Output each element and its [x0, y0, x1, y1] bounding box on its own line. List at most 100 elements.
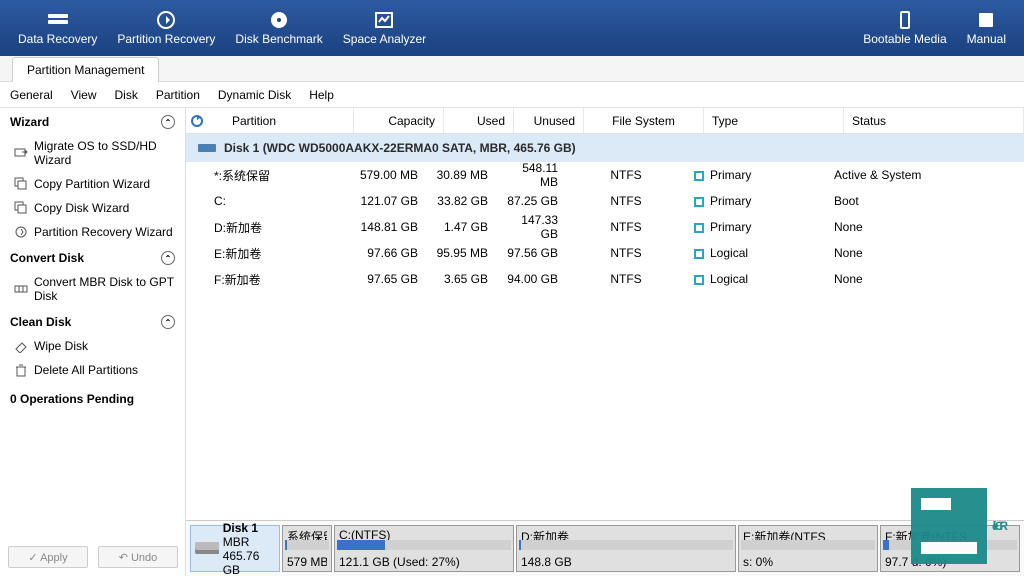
table-row[interactable]: D:新加卷 148.81 GB 1.47 GB 147.33 GB NTFS P…: [186, 214, 1024, 240]
eraser-icon: [14, 339, 28, 353]
recovery-icon: [14, 225, 28, 239]
chevron-up-icon: ⌃: [161, 115, 175, 129]
disk-map-partition[interactable]: C:(NTFS) 121.1 GB (Used: 27%): [334, 525, 514, 572]
cell-type: Primary: [686, 194, 826, 208]
cell-used: 33.82 GB: [426, 194, 496, 208]
menu-help[interactable]: Help: [309, 88, 334, 102]
tab-bar: Partition Management: [0, 56, 1024, 82]
th-partition[interactable]: Partition: [204, 108, 354, 133]
cell-fs: NTFS: [566, 194, 686, 208]
menu-dynamic-disk[interactable]: Dynamic Disk: [218, 88, 291, 102]
sidebar-migrate-os[interactable]: Migrate OS to SSD/HD Wizard: [0, 134, 185, 172]
cell-capacity: 97.65 GB: [336, 272, 426, 286]
migrate-icon: [14, 146, 28, 160]
cell-unused: 94.00 GB: [496, 272, 566, 286]
cell-partition: C:: [186, 194, 336, 208]
toolbar-manual[interactable]: Manual: [957, 6, 1016, 50]
table-row[interactable]: *:系统保留 579.00 MB 30.89 MB 548.11 MB NTFS…: [186, 162, 1024, 188]
undo-button[interactable]: ↶ Undo: [98, 546, 178, 568]
toolbar-space-analyzer[interactable]: Space Analyzer: [333, 6, 436, 50]
cell-fs: NTFS: [566, 272, 686, 286]
cell-fs: NTFS: [566, 246, 686, 260]
partition-table: Partition Capacity Used Unused File Syst…: [186, 108, 1024, 520]
disk-map-header[interactable]: Disk 1 MBR 465.76 GB: [190, 525, 280, 572]
th-unused[interactable]: Unused: [514, 108, 584, 133]
cell-fs: NTFS: [566, 168, 686, 182]
cell-type: Logical: [686, 246, 826, 260]
cell-capacity: 121.07 GB: [336, 194, 426, 208]
sidebar-footer: ✓ Apply ↶ Undo: [8, 546, 178, 568]
copy-disk-icon: [14, 201, 28, 215]
th-capacity[interactable]: Capacity: [354, 108, 444, 133]
cell-unused: 87.25 GB: [496, 194, 566, 208]
copy-icon: [14, 177, 28, 191]
cell-used: 1.47 GB: [426, 220, 496, 234]
table-row[interactable]: E:新加卷 97.66 GB 95.95 MB 97.56 GB NTFS Lo…: [186, 240, 1024, 266]
refresh-icon[interactable]: [190, 114, 204, 128]
sidebar-partition-recovery[interactable]: Partition Recovery Wizard: [0, 220, 185, 244]
sidebar-section-wizard[interactable]: Wizard ⌃: [0, 108, 185, 134]
cell-unused: 147.33 GB: [496, 213, 566, 241]
th-status[interactable]: Status: [844, 108, 1024, 133]
disk-map-partition[interactable]: E:新加卷(NTFS s: 0%: [738, 525, 878, 572]
cell-status: Boot: [826, 194, 1024, 208]
disk-map-partition[interactable]: 系统保留(NTI 579 MB (Usec: [282, 525, 332, 572]
disk-map-partition[interactable]: F:新加卷(NTFS 97.7 d: 0%): [880, 525, 1020, 572]
menu-bar: General View Disk Partition Dynamic Disk…: [0, 82, 1024, 108]
sidebar: Wizard ⌃ Migrate OS to SSD/HD Wizard Cop…: [0, 108, 186, 576]
operations-pending: 0 Operations Pending: [0, 382, 185, 416]
cell-used: 3.65 GB: [426, 272, 496, 286]
apply-button[interactable]: ✓ Apply: [8, 546, 88, 568]
cell-used: 30.89 MB: [426, 168, 496, 182]
toolbar-partition-recovery[interactable]: Partition Recovery: [107, 6, 225, 50]
menu-general[interactable]: General: [10, 88, 53, 102]
cell-unused: 97.56 GB: [496, 246, 566, 260]
cell-used: 95.95 MB: [426, 246, 496, 260]
disk-map-panel: Disk 1 MBR 465.76 GB 系统保留(NTI 579 MB (Us…: [186, 520, 1024, 576]
chevron-up-icon: ⌃: [161, 251, 175, 265]
sidebar-copy-disk[interactable]: Copy Disk Wizard: [0, 196, 185, 220]
cell-capacity: 579.00 MB: [336, 168, 426, 182]
cell-type: Primary: [686, 168, 826, 182]
th-type[interactable]: Type: [704, 108, 844, 133]
menu-disk[interactable]: Disk: [115, 88, 138, 102]
cell-partition: F:新加卷: [186, 271, 336, 288]
cell-status: None: [826, 220, 1024, 234]
sidebar-section-clean[interactable]: Clean Disk ⌃: [0, 308, 185, 334]
cell-fs: NTFS: [566, 220, 686, 234]
cell-partition: D:新加卷: [186, 219, 336, 236]
chevron-up-icon: ⌃: [161, 315, 175, 329]
sidebar-delete-all[interactable]: Delete All Partitions: [0, 358, 185, 382]
table-header: Partition Capacity Used Unused File Syst…: [186, 108, 1024, 134]
th-file-system[interactable]: File System: [584, 108, 704, 133]
hdd-icon: [198, 142, 216, 154]
cell-partition: *:系统保留: [186, 167, 336, 184]
cell-unused: 548.11 MB: [496, 161, 566, 189]
sidebar-convert-mbr-gpt[interactable]: Convert MBR Disk to GPT Disk: [0, 270, 185, 308]
cell-partition: E:新加卷: [186, 245, 336, 262]
toolbar-bootable-media[interactable]: Bootable Media: [853, 6, 956, 50]
disk-map-partition[interactable]: D:新加卷 148.8 GB: [516, 525, 736, 572]
table-row[interactable]: C: 121.07 GB 33.82 GB 87.25 GB NTFS Prim…: [186, 188, 1024, 214]
th-used[interactable]: Used: [444, 108, 514, 133]
toolbar-data-recovery[interactable]: Data Recovery: [8, 6, 107, 50]
sidebar-wipe-disk[interactable]: Wipe Disk: [0, 334, 185, 358]
content: Partition Capacity Used Unused File Syst…: [186, 108, 1024, 576]
trash-icon: [14, 363, 28, 377]
hdd-icon: [195, 540, 219, 558]
toolbar-disk-benchmark[interactable]: Disk Benchmark: [225, 6, 332, 50]
cell-capacity: 148.81 GB: [336, 220, 426, 234]
disk-header-row[interactable]: Disk 1 (WDC WD5000AAKX-22ERMA0 SATA, MBR…: [186, 134, 1024, 162]
cell-type: Primary: [686, 220, 826, 234]
cell-type: Logical: [686, 272, 826, 286]
tab-partition-management[interactable]: Partition Management: [12, 57, 159, 82]
table-row[interactable]: F:新加卷 97.65 GB 3.65 GB 94.00 GB NTFS Log…: [186, 266, 1024, 292]
sidebar-copy-partition[interactable]: Copy Partition Wizard: [0, 172, 185, 196]
menu-view[interactable]: View: [71, 88, 97, 102]
top-toolbar: Data Recovery Partition Recovery Disk Be…: [0, 0, 1024, 56]
menu-partition[interactable]: Partition: [156, 88, 200, 102]
cell-status: None: [826, 246, 1024, 260]
convert-icon: [14, 282, 28, 296]
sidebar-section-convert[interactable]: Convert Disk ⌃: [0, 244, 185, 270]
cell-status: None: [826, 272, 1024, 286]
